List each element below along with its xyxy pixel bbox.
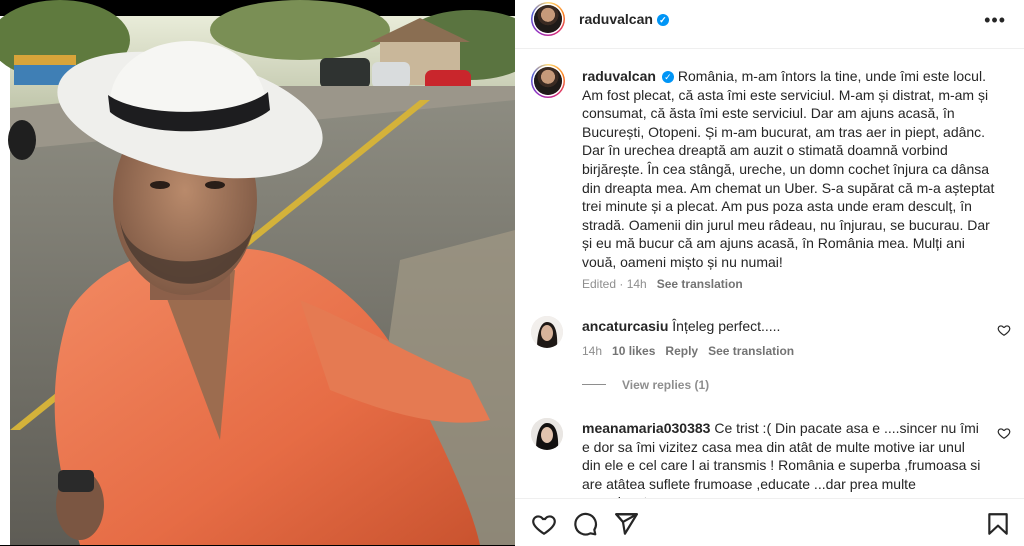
bookmark-icon[interactable] (985, 511, 1011, 537)
comment-see-translation[interactable]: See translation (708, 344, 794, 358)
comment-avatar-image (531, 316, 563, 348)
comment-time: 14h (582, 344, 603, 358)
more-horizontal-icon[interactable]: ••• (984, 10, 1006, 31)
author-username-text[interactable]: raduvalcan (579, 11, 653, 27)
comment-icon[interactable] (572, 511, 598, 537)
verified-badge-icon: ✓ (656, 14, 669, 26)
caption-see-translation[interactable]: See translation (657, 277, 743, 291)
comment-body: Înțeleg perfect..... (672, 318, 781, 334)
send-icon[interactable] (613, 511, 639, 537)
heart-icon[interactable] (531, 511, 557, 537)
comment-likes[interactable]: 10 likes (612, 344, 655, 358)
comment-meta: 14h 10 likes Reply See translation (582, 344, 794, 358)
comment-username[interactable]: ancaturcasiu (582, 318, 668, 334)
caption-edited-time: Edited · 14h (582, 277, 647, 291)
comment-text-block: meanamaria030383 Ce trist :( Din pacate … (582, 419, 982, 498)
view-replies-label[interactable]: View replies (1) (622, 378, 709, 392)
post-action-bar (515, 498, 1024, 546)
caption-body: România, m-am întors la tine, unde îmi e… (582, 68, 995, 270)
comment-heart-icon[interactable] (997, 323, 1011, 337)
caption-text-block: raduvalcan ✓ România, m-am întors la tine… (582, 67, 1002, 272)
view-replies-line (582, 384, 606, 385)
comment-avatar[interactable] (531, 316, 563, 348)
post-header: raduvalcan ✓ ••• (515, 0, 1024, 38)
post-details-panel: raduvalcan ✓ ••• raduvalcan ✓ România, m-a… (515, 0, 1024, 546)
post-photo (0, 0, 515, 545)
author-avatar[interactable] (531, 2, 565, 36)
caption-avatar[interactable] (531, 64, 565, 98)
comment-username[interactable]: meanamaria030383 (582, 420, 710, 436)
comment-heart-icon[interactable] (997, 426, 1011, 440)
view-replies-button[interactable]: View replies (1) (582, 378, 709, 392)
caption-meta: Edited · 14h See translation (582, 277, 743, 291)
caption-verified-icon: ✓ (661, 71, 674, 83)
caption-username[interactable]: raduvalcan (582, 68, 656, 84)
author-username[interactable]: raduvalcan ✓ (579, 11, 669, 27)
header-divider (515, 48, 1024, 49)
comment-reply-button[interactable]: Reply (665, 344, 698, 358)
selfie-image (0, 0, 515, 545)
comment-avatar-image (531, 418, 563, 450)
comment-text-block: ancaturcasiu Înțeleg perfect..... (582, 317, 982, 336)
comment-avatar[interactable] (531, 418, 563, 450)
